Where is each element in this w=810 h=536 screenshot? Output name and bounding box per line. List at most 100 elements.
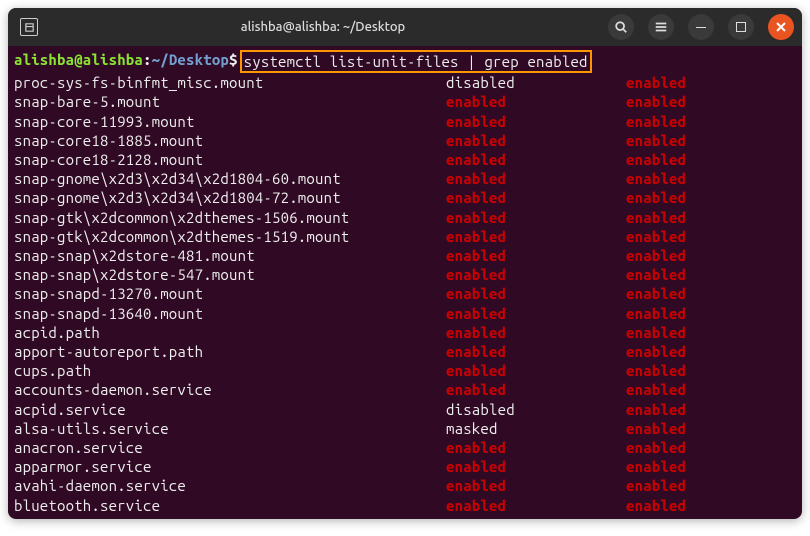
unit-preset: enabled bbox=[626, 496, 686, 515]
unit-preset: enabled bbox=[626, 457, 686, 476]
unit-preset: enabled bbox=[626, 73, 686, 92]
terminal-body[interactable]: alishba@alishba:~/Desktop$systemctl list… bbox=[8, 46, 802, 519]
unit-preset: enabled bbox=[626, 246, 686, 265]
unit-file: apparmor.service bbox=[14, 457, 446, 476]
unit-preset: enabled bbox=[626, 342, 686, 361]
unit-file: proc-sys-fs-binfmt_misc.mount bbox=[14, 73, 446, 92]
output-row: snap-gnome\x2d3\x2d34\x2d1804-72.mounten… bbox=[14, 188, 796, 207]
unit-state: enabled bbox=[446, 169, 626, 188]
output-row: snap-snap\x2dstore-547.mountenabledenabl… bbox=[14, 265, 796, 284]
unit-state: enabled bbox=[446, 304, 626, 323]
unit-state: enabled bbox=[446, 92, 626, 111]
search-icon bbox=[614, 20, 628, 34]
unit-file: snap-bare-5.mount bbox=[14, 92, 446, 111]
close-icon bbox=[776, 22, 786, 32]
unit-state: enabled bbox=[446, 457, 626, 476]
prompt-path: ~/Desktop bbox=[152, 50, 229, 73]
hamburger-menu-button[interactable] bbox=[648, 14, 674, 40]
terminal-window: alishba@alishba: ~/Desktop alishba@alish… bbox=[8, 8, 802, 519]
unit-file: snap-snap\x2dstore-547.mount bbox=[14, 265, 446, 284]
output-row: snap-bare-5.mountenabledenabled bbox=[14, 92, 796, 111]
unit-file: snap-core18-1885.mount bbox=[14, 131, 446, 150]
search-button[interactable] bbox=[608, 14, 634, 40]
unit-preset: enabled bbox=[626, 323, 686, 342]
unit-file: snap-snap\x2dstore-481.mount bbox=[14, 246, 446, 265]
unit-file: avahi-daemon.service bbox=[14, 476, 446, 495]
output-row: apparmor.serviceenabledenabled bbox=[14, 457, 796, 476]
unit-preset: enabled bbox=[626, 304, 686, 323]
output-row: snap-snapd-13270.mountenabledenabled bbox=[14, 284, 796, 303]
unit-state: disabled bbox=[446, 73, 626, 92]
minimize-button[interactable] bbox=[688, 14, 714, 40]
unit-state: enabled bbox=[446, 380, 626, 399]
unit-preset: enabled bbox=[626, 208, 686, 227]
unit-state: enabled bbox=[446, 361, 626, 380]
output-row: snap-gtk\x2dcommon\x2dthemes-1506.mounte… bbox=[14, 208, 796, 227]
unit-state: enabled bbox=[446, 323, 626, 342]
command-highlight: systemctl list-unit-files | grep enabled bbox=[240, 50, 592, 73]
output-row: cups.pathenabledenabled bbox=[14, 361, 796, 380]
unit-preset: enabled bbox=[626, 265, 686, 284]
output-row: snap-core18-1885.mountenabledenabled bbox=[14, 131, 796, 150]
output-row: snap-core18-2128.mountenabledenabled bbox=[14, 150, 796, 169]
unit-preset: enabled bbox=[626, 169, 686, 188]
unit-state: enabled bbox=[446, 112, 626, 131]
output-row: proc-sys-fs-binfmt_misc.mountdisabledena… bbox=[14, 73, 796, 92]
unit-state: enabled bbox=[446, 476, 626, 495]
unit-preset: enabled bbox=[626, 92, 686, 111]
output-rows: proc-sys-fs-binfmt_misc.mountdisabledena… bbox=[14, 73, 796, 515]
unit-file: snap-snapd-13640.mount bbox=[14, 304, 446, 323]
unit-preset: enabled bbox=[626, 188, 686, 207]
new-tab-icon[interactable] bbox=[20, 18, 38, 36]
titlebar-controls bbox=[608, 14, 794, 40]
unit-file: cups.path bbox=[14, 361, 446, 380]
unit-file: snap-core-11993.mount bbox=[14, 112, 446, 131]
unit-state: enabled bbox=[446, 188, 626, 207]
output-row: snap-core-11993.mountenabledenabled bbox=[14, 112, 796, 131]
prompt-separator: : bbox=[143, 50, 152, 73]
unit-preset: enabled bbox=[626, 284, 686, 303]
unit-preset: enabled bbox=[626, 361, 686, 380]
unit-state: enabled bbox=[446, 342, 626, 361]
prompt-sigil: $ bbox=[229, 50, 238, 73]
unit-preset: enabled bbox=[626, 227, 686, 246]
unit-file: acpid.path bbox=[14, 323, 446, 342]
unit-file: snap-gnome\x2d3\x2d34\x2d1804-72.mount bbox=[14, 188, 446, 207]
close-button[interactable] bbox=[768, 14, 794, 40]
unit-preset: enabled bbox=[626, 476, 686, 495]
output-row: snap-gnome\x2d3\x2d34\x2d1804-60.mounten… bbox=[14, 169, 796, 188]
unit-preset: enabled bbox=[626, 419, 686, 438]
unit-file: snap-gnome\x2d3\x2d34\x2d1804-60.mount bbox=[14, 169, 446, 188]
unit-file: alsa-utils.service bbox=[14, 419, 446, 438]
unit-file: apport-autoreport.path bbox=[14, 342, 446, 361]
output-row: snap-gtk\x2dcommon\x2dthemes-1519.mounte… bbox=[14, 227, 796, 246]
unit-state: enabled bbox=[446, 496, 626, 515]
unit-file: bluetooth.service bbox=[14, 496, 446, 515]
unit-file: acpid.service bbox=[14, 400, 446, 419]
unit-state: disabled bbox=[446, 400, 626, 419]
output-row: accounts-daemon.serviceenabledenabled bbox=[14, 380, 796, 399]
output-row: apport-autoreport.pathenabledenabled bbox=[14, 342, 796, 361]
unit-state: masked bbox=[446, 419, 626, 438]
unit-state: enabled bbox=[446, 150, 626, 169]
unit-state: enabled bbox=[446, 208, 626, 227]
unit-file: anacron.service bbox=[14, 438, 446, 457]
output-row: alsa-utils.servicemaskedenabled bbox=[14, 419, 796, 438]
output-row: bluetooth.serviceenabledenabled bbox=[14, 496, 796, 515]
unit-state: enabled bbox=[446, 284, 626, 303]
output-row: snap-snapd-13640.mountenabledenabled bbox=[14, 304, 796, 323]
unit-file: snap-core18-2128.mount bbox=[14, 150, 446, 169]
maximize-button[interactable] bbox=[728, 14, 754, 40]
output-row: snap-snap\x2dstore-481.mountenabledenabl… bbox=[14, 246, 796, 265]
unit-preset: enabled bbox=[626, 131, 686, 150]
hamburger-icon bbox=[654, 20, 668, 34]
prompt-line: alishba@alishba:~/Desktop$systemctl list… bbox=[14, 50, 796, 73]
unit-file: snap-snapd-13270.mount bbox=[14, 284, 446, 303]
unit-state: enabled bbox=[446, 265, 626, 284]
output-row: avahi-daemon.serviceenabledenabled bbox=[14, 476, 796, 495]
prompt-user-host: alishba@alishba bbox=[14, 50, 143, 73]
titlebar: alishba@alishba: ~/Desktop bbox=[8, 8, 802, 46]
unit-preset: enabled bbox=[626, 400, 686, 419]
output-row: acpid.servicedisabledenabled bbox=[14, 400, 796, 419]
unit-state: enabled bbox=[446, 131, 626, 150]
